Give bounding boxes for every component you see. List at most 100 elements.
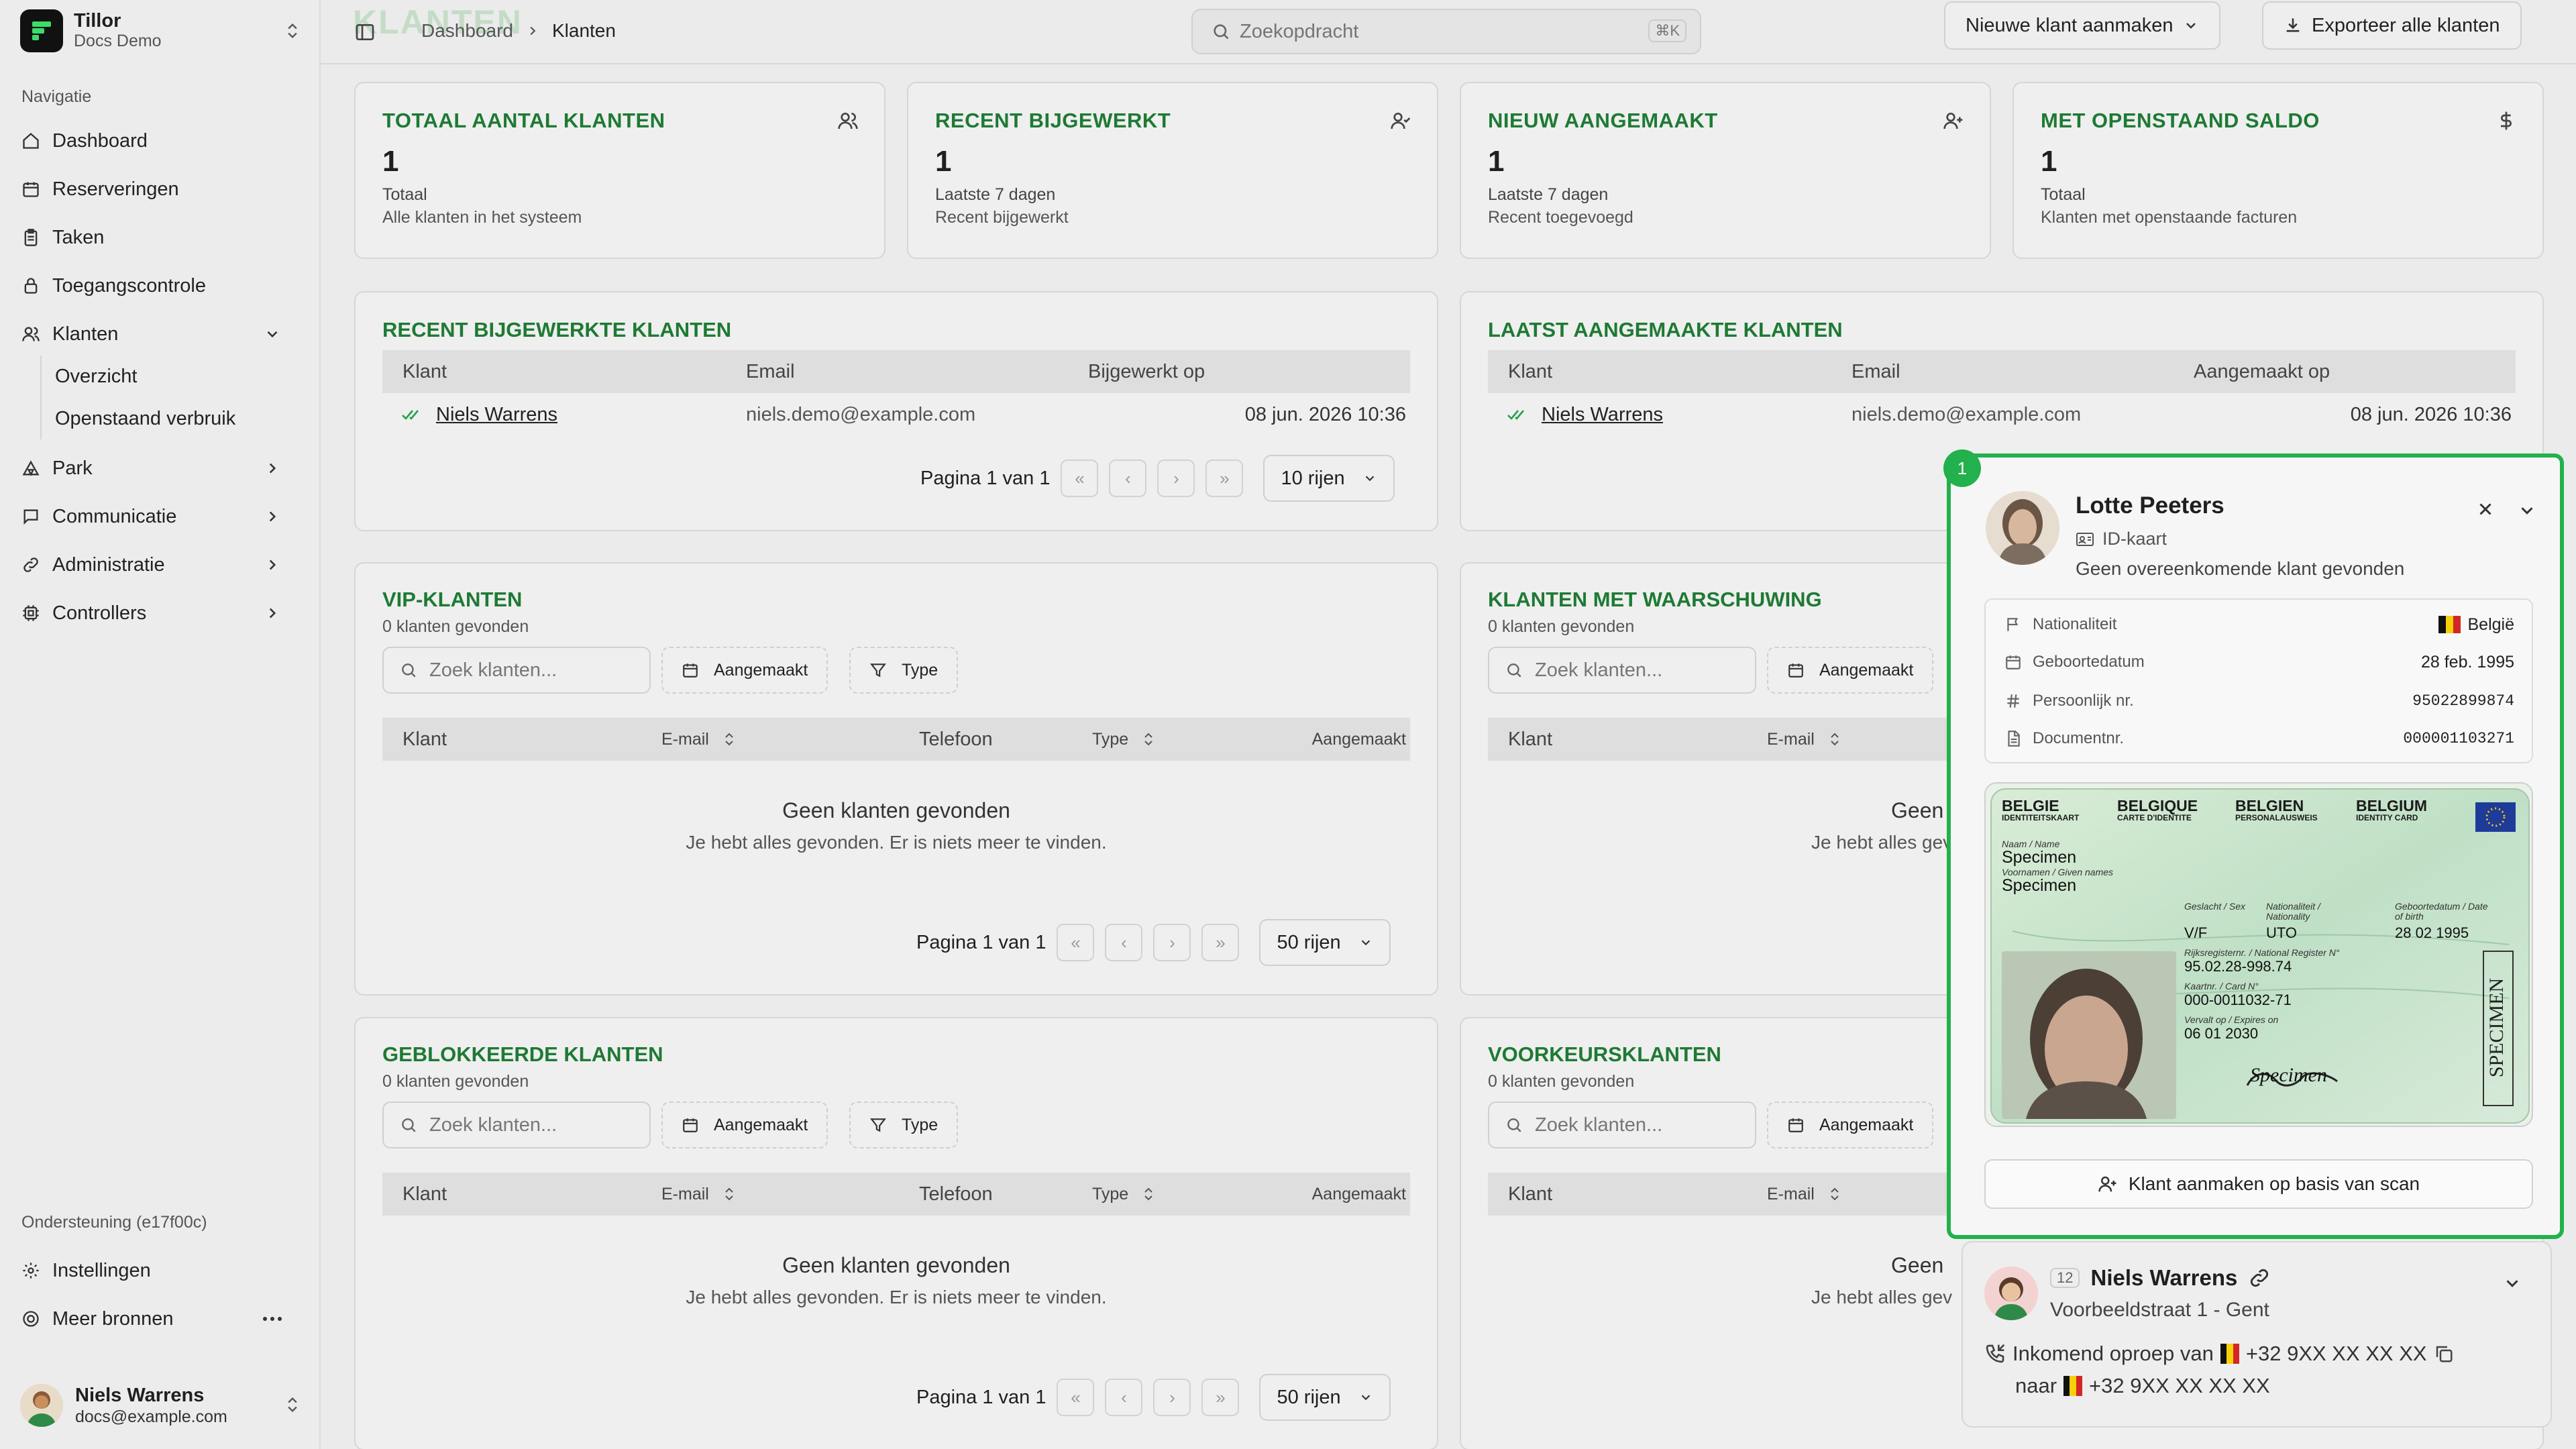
customer-search-field[interactable]: Zoek klanten...	[1488, 647, 1756, 694]
stat-description: Alle klanten in het systeem	[382, 208, 582, 227]
pagination: Pagina 1 van 1 « ‹ › » 50 rijen	[916, 919, 1391, 966]
export-label: Exporteer alle klanten	[2312, 14, 2500, 36]
id-card-icon	[2076, 531, 2094, 547]
search-input[interactable]	[1240, 20, 1615, 43]
sidebar-item-label: Taken	[52, 226, 105, 248]
customer-link[interactable]: Niels Warrens	[436, 404, 557, 426]
user-menu[interactable]: Niels Warrens docs@example.com	[20, 1375, 302, 1436]
next-page-button[interactable]: ›	[1153, 924, 1191, 961]
created-filter-button[interactable]: Aangemaakt	[1767, 647, 1934, 694]
sidebar-subitem-overzicht[interactable]: Overzicht	[55, 366, 137, 388]
created-filter-button[interactable]: Aangemaakt	[1767, 1102, 1934, 1148]
chevron-down-icon[interactable]	[2502, 1273, 2522, 1293]
tillor-logo	[20, 9, 63, 52]
first-page-button[interactable]: «	[1057, 924, 1095, 961]
sidebar-subitem-openstaand-verbruik[interactable]: Openstaand verbruik	[55, 408, 235, 430]
field-label: Geboortedatum	[2033, 653, 2145, 671]
prev-page-button[interactable]: ‹	[1105, 1379, 1143, 1416]
type-filter-button[interactable]: Type	[849, 1102, 959, 1148]
last-page-button[interactable]: »	[1201, 1379, 1240, 1416]
sort-icon	[722, 1186, 736, 1202]
created-filter-button[interactable]: Aangemaakt	[661, 647, 828, 694]
sidebar-item-controllers[interactable]: Controllers	[20, 593, 302, 633]
customer-search-field[interactable]: Zoek klanten...	[382, 647, 651, 694]
stat-period: Laatste 7 dagen	[1488, 185, 1609, 204]
customer-link[interactable]: Niels Warrens	[1542, 404, 1663, 426]
calendar-icon	[20, 180, 42, 199]
sidebar-item-reserveringen[interactable]: Reserveringen	[20, 169, 302, 209]
col-type[interactable]: Type	[1092, 730, 1155, 749]
belgium-flag-icon	[2063, 1376, 2083, 1396]
next-page-button[interactable]: ›	[1157, 460, 1195, 497]
sidebar-item-label: Park	[52, 457, 93, 479]
scan-details: Nationaliteit België Geboortedatum 28 fe…	[1984, 598, 2533, 763]
col-email[interactable]: E-mail	[661, 1185, 736, 1204]
global-search[interactable]: ⌘K	[1191, 9, 1701, 54]
new-customer-button[interactable]: Nieuwe klant aanmaken	[1944, 1, 2220, 50]
sidebar-toggle-icon[interactable]	[354, 21, 376, 43]
scanned-photo	[1986, 491, 2059, 565]
last-page-button[interactable]: »	[1201, 924, 1240, 961]
field-nationality: Nationaliteit België	[2003, 608, 2514, 641]
sub-nav-line	[40, 356, 42, 439]
created-filter-button[interactable]: Aangemaakt	[661, 1102, 828, 1148]
nationality-value: België	[2467, 614, 2515, 634]
rows-select[interactable]: 50 rijen	[1259, 919, 1391, 966]
first-page-button[interactable]: «	[1057, 1379, 1095, 1416]
org-switcher[interactable]: Tillor Docs Demo	[20, 9, 302, 52]
more-horizontal-icon[interactable]	[262, 1316, 283, 1322]
sidebar: Tillor Docs Demo Navigatie Dashboard Res…	[0, 0, 321, 1449]
customer-search-field[interactable]: Zoek klanten...	[382, 1102, 651, 1148]
col-email[interactable]: E-mail	[661, 730, 736, 749]
sidebar-item-park[interactable]: Park	[20, 448, 302, 488]
users-icon	[20, 325, 42, 343]
create-from-scan-button[interactable]: Klant aanmaken op basis van scan	[1984, 1159, 2533, 1209]
filter-label: Aangemaakt	[1819, 1115, 1914, 1134]
chip-icon	[20, 604, 42, 623]
caller-name[interactable]: Niels Warrens	[2090, 1265, 2237, 1291]
caller-header: 12 Niels Warrens	[2050, 1265, 2271, 1291]
sidebar-item-communicatie[interactable]: Communicatie	[20, 496, 302, 537]
col-updated: Bijgewerkt op	[1088, 360, 1205, 382]
close-icon[interactable]	[2475, 499, 2496, 519]
col-type-label: Type	[1092, 1184, 1129, 1203]
table-row[interactable]: Niels Warrens niels.demo@example.com 08 …	[382, 394, 1410, 435]
sidebar-item-meer-bronnen[interactable]: Meer bronnen	[20, 1299, 302, 1339]
sidebar-item-toegangscontrole[interactable]: Toegangscontrole	[20, 266, 302, 306]
prev-page-button[interactable]: ‹	[1105, 924, 1143, 961]
last-page-button[interactable]: »	[1205, 460, 1244, 497]
col-email[interactable]: E-mail	[1767, 1185, 1841, 1204]
sidebar-item-taken[interactable]: Taken	[20, 217, 302, 258]
card-count: 0 klanten gevonden	[382, 1072, 529, 1091]
export-button[interactable]: Exporteer alle klanten	[2262, 1, 2522, 50]
sidebar-item-administratie[interactable]: Administratie	[20, 545, 302, 585]
card-title: LAATST AANGEMAAKTE KLANTEN	[1488, 318, 1843, 341]
avatar	[20, 1384, 63, 1427]
table-header: Klant E-mail Telefoon Type Aangemaakt	[382, 1173, 1410, 1216]
link-icon[interactable]	[2248, 1267, 2271, 1289]
col-email-label: E-mail	[661, 1184, 709, 1203]
col-type[interactable]: Type	[1092, 1185, 1155, 1204]
sidebar-item-klanten[interactable]: Klanten	[20, 314, 302, 354]
customer-search-field[interactable]: Zoek klanten...	[1488, 1102, 1756, 1148]
nav-section-label: Navigatie	[21, 87, 92, 106]
caller-number: +32 9XX XX XX XX	[2245, 1342, 2427, 1365]
sidebar-item-instellingen[interactable]: Instellingen	[20, 1250, 302, 1291]
copy-icon[interactable]	[2434, 1344, 2454, 1364]
chevron-down-icon[interactable]	[2517, 500, 2537, 521]
table-row[interactable]: Niels Warrens niels.demo@example.com 08 …	[1488, 394, 2516, 435]
col-email[interactable]: E-mail	[1767, 730, 1841, 749]
rows-select[interactable]: 10 rijen	[1263, 455, 1395, 502]
rows-select[interactable]: 50 rijen	[1259, 1374, 1391, 1421]
download-icon	[2284, 16, 2302, 35]
dollar-icon	[2496, 110, 2517, 131]
sidebar-item-dashboard[interactable]: Dashboard	[20, 121, 302, 161]
type-filter-button[interactable]: Type	[849, 647, 959, 694]
next-page-button[interactable]: ›	[1153, 1379, 1191, 1416]
breadcrumb-dashboard[interactable]: Dashboard	[421, 20, 513, 42]
clipboard-icon	[20, 228, 42, 247]
first-page-button[interactable]: «	[1061, 460, 1099, 497]
call-to-label: naar	[2015, 1374, 2057, 1397]
prev-page-button[interactable]: ‹	[1109, 460, 1147, 497]
col-email-label: E-mail	[1767, 729, 1815, 749]
